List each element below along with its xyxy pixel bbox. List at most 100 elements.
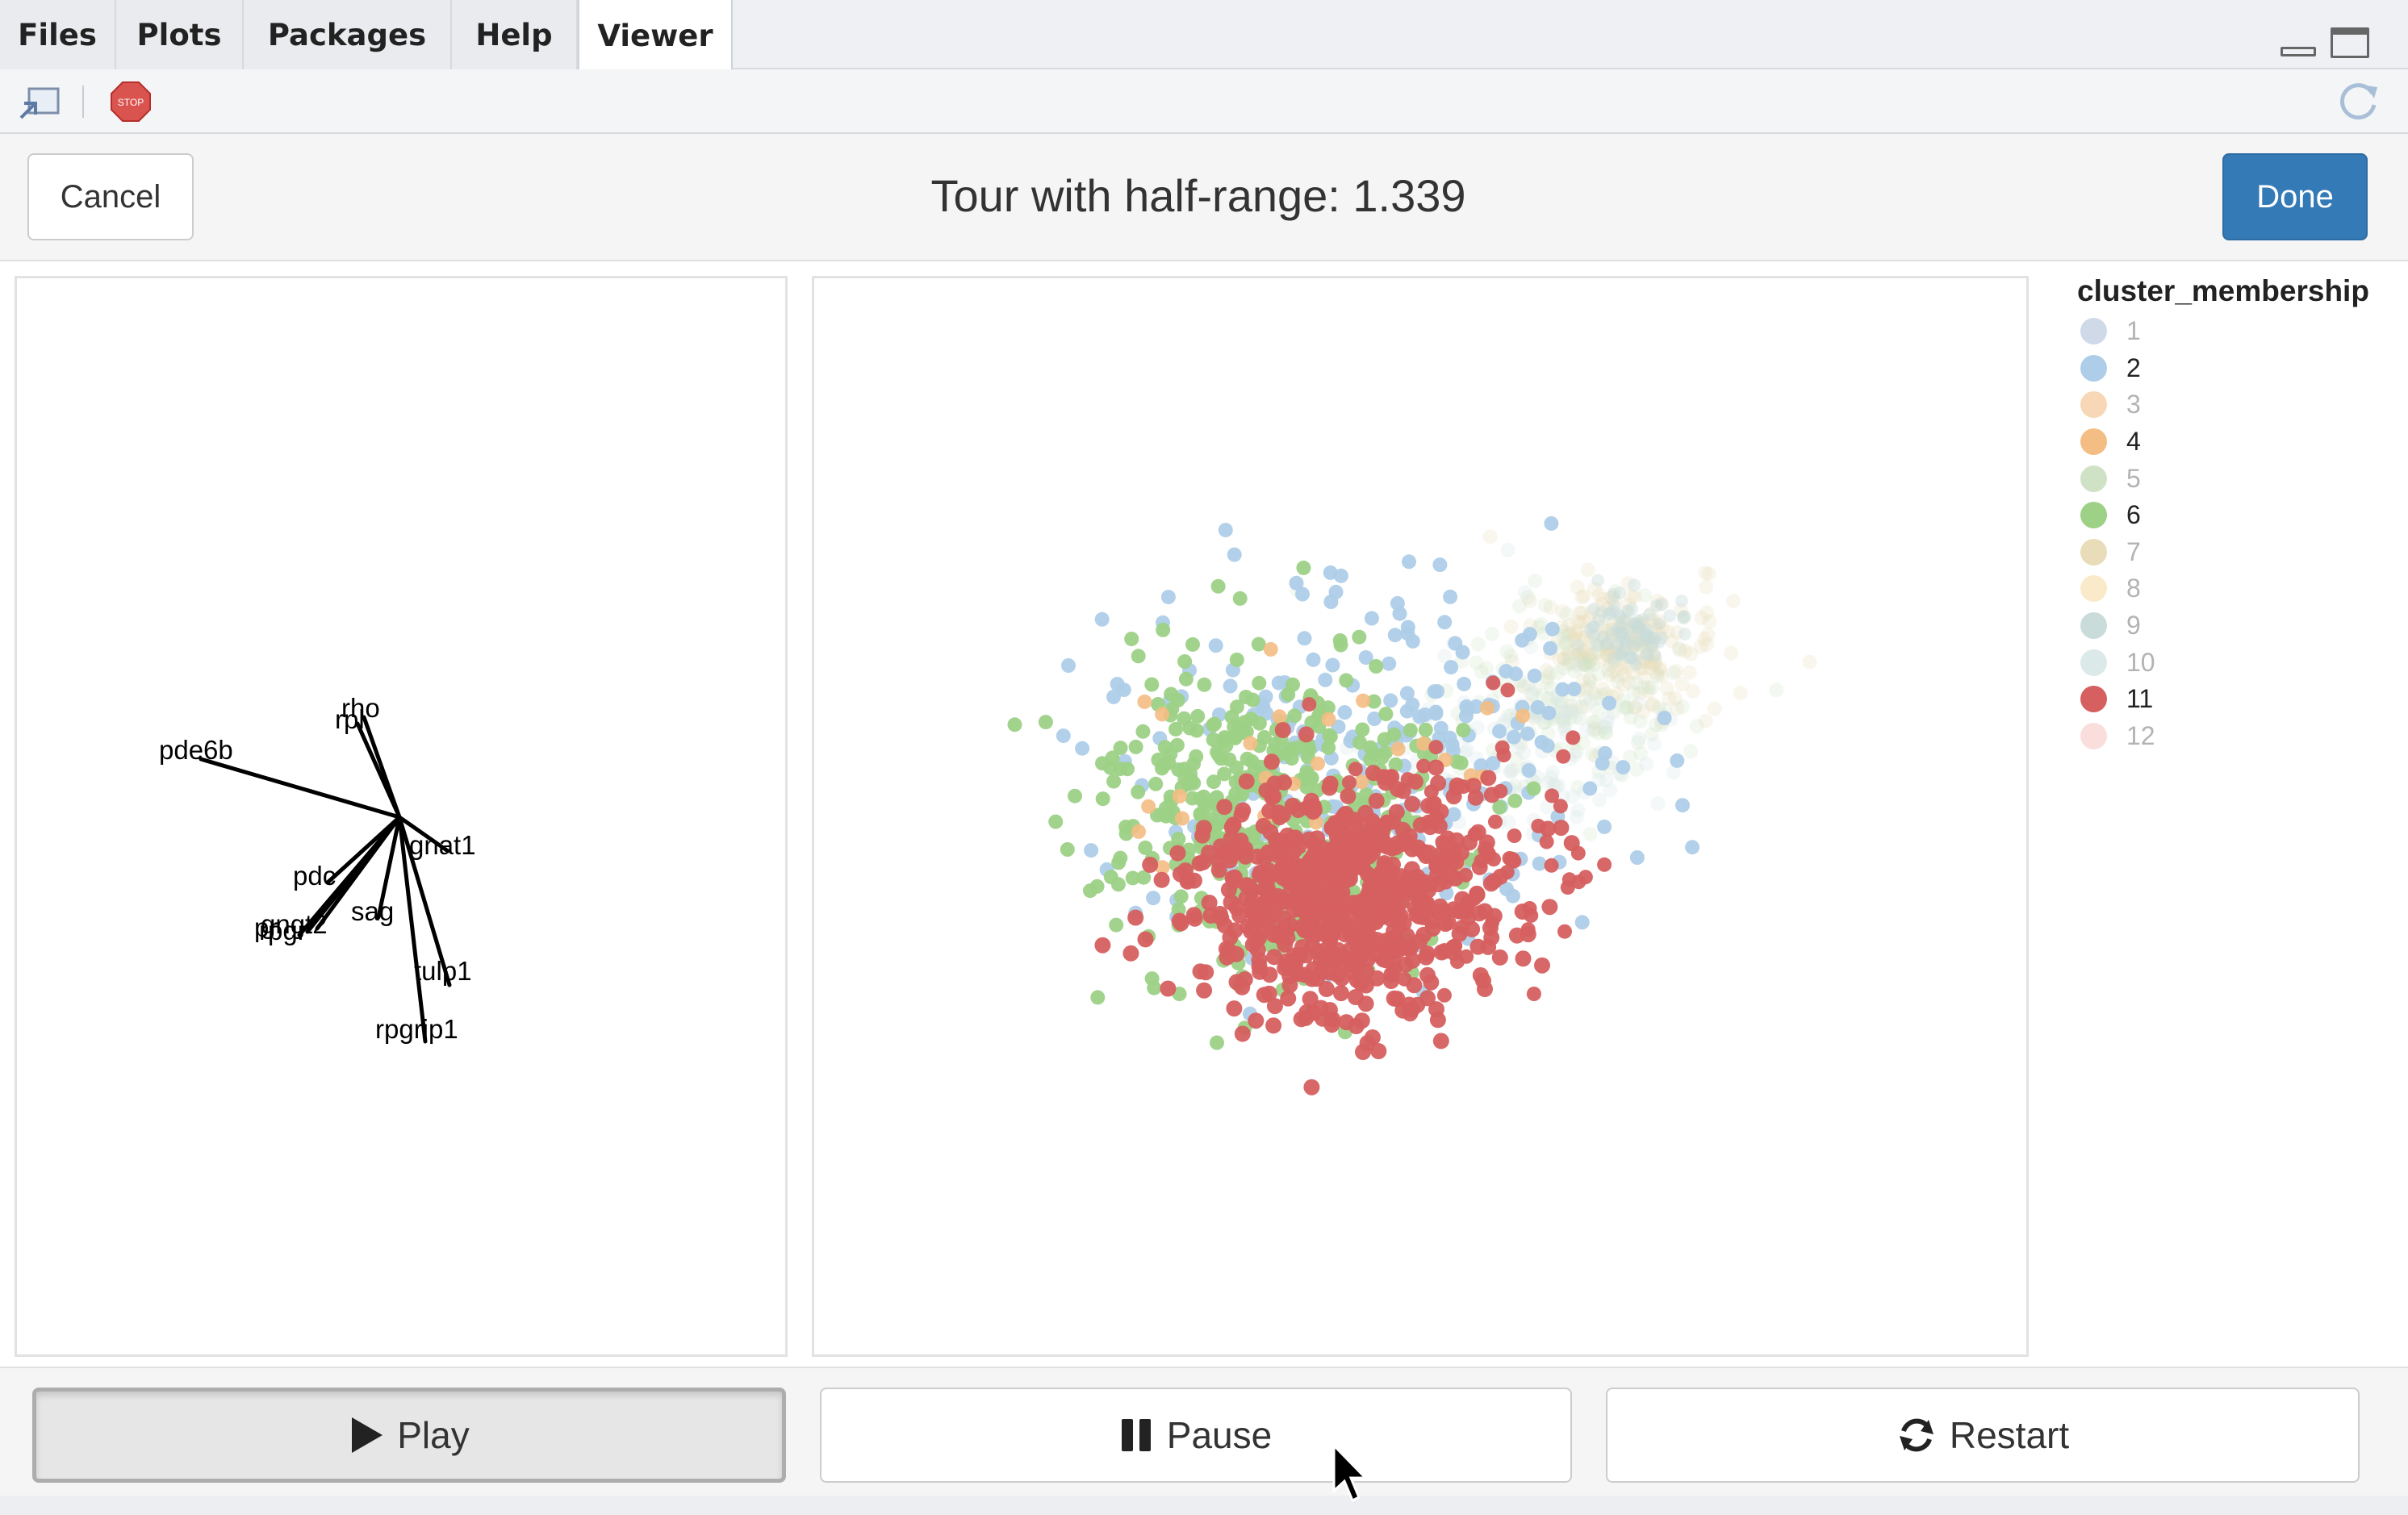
scatter-point bbox=[1488, 814, 1503, 829]
scatter-point bbox=[1369, 970, 1386, 987]
scatter-point bbox=[1469, 655, 1484, 670]
legend-item[interactable]: 1 bbox=[2077, 313, 2400, 350]
legend-item[interactable]: 2 bbox=[2077, 350, 2400, 387]
scatter-point bbox=[1289, 575, 1304, 591]
scatter-point bbox=[1007, 717, 1022, 732]
scatter-point bbox=[1499, 644, 1515, 659]
tab-packages[interactable]: Packages bbox=[244, 0, 452, 69]
scatter-point bbox=[1505, 888, 1520, 904]
export-icon[interactable] bbox=[18, 86, 63, 121]
scatter-point bbox=[1545, 621, 1560, 636]
scatter-point bbox=[1597, 857, 1612, 872]
scatter-point bbox=[1526, 987, 1541, 1001]
scatter-point bbox=[1539, 834, 1554, 849]
cancel-button[interactable]: Cancel bbox=[27, 153, 194, 240]
scatter-point bbox=[1416, 758, 1432, 774]
stop-icon-text: STOP bbox=[118, 97, 144, 108]
legend-item[interactable]: 9 bbox=[2077, 607, 2400, 645]
scatter-point bbox=[1544, 515, 1559, 531]
legend-item[interactable]: 10 bbox=[2077, 644, 2400, 681]
scatter-point bbox=[1302, 697, 1317, 712]
legend-item[interactable]: 3 bbox=[2077, 386, 2400, 424]
scatter-point bbox=[1365, 812, 1380, 828]
scatter-point bbox=[1110, 877, 1126, 892]
scatter-point bbox=[1428, 812, 1443, 827]
restart-button[interactable]: Restart bbox=[1606, 1388, 2360, 1483]
scatter-point bbox=[1303, 970, 1320, 987]
scatter-point bbox=[1597, 819, 1612, 834]
scatter-point bbox=[1226, 1000, 1243, 1017]
legend-item[interactable]: 5 bbox=[2077, 460, 2400, 497]
scatter-point bbox=[1418, 722, 1433, 737]
play-icon bbox=[352, 1417, 383, 1453]
play-button[interactable]: Play bbox=[32, 1388, 786, 1483]
tab-viewer[interactable]: Viewer bbox=[578, 0, 733, 71]
scatter-point bbox=[1224, 709, 1240, 724]
minimize-pane-icon[interactable] bbox=[2280, 47, 2316, 56]
legend-swatch bbox=[2080, 722, 2107, 749]
scatter-point bbox=[1503, 619, 1519, 634]
legend-label: 3 bbox=[2126, 390, 2141, 419]
scatter-point bbox=[1153, 871, 1170, 888]
scatter-point bbox=[1323, 876, 1340, 893]
scatter-point bbox=[1265, 926, 1282, 943]
tab-help[interactable]: Help bbox=[452, 0, 578, 69]
scatter-point bbox=[1400, 626, 1415, 641]
stop-icon[interactable]: STOP bbox=[110, 81, 152, 123]
scatter-point bbox=[1175, 811, 1189, 826]
legend-label: 2 bbox=[2126, 353, 2141, 382]
scatter-point bbox=[1440, 914, 1457, 931]
scatter-point bbox=[1318, 672, 1333, 687]
scatter-point bbox=[1173, 915, 1189, 932]
scatter-point bbox=[1448, 938, 1463, 954]
scatter-point bbox=[1381, 769, 1398, 786]
scatter-point bbox=[1419, 990, 1436, 1007]
scatter-point bbox=[1342, 775, 1357, 790]
scatter-point bbox=[1305, 803, 1322, 820]
scatter-point bbox=[1154, 761, 1169, 776]
scatter-point bbox=[1424, 920, 1441, 937]
axis-label-rpgrip1: rpgrip1 bbox=[375, 1014, 458, 1044]
scatter-point bbox=[1485, 915, 1500, 930]
scatter-point bbox=[1522, 627, 1537, 642]
scatter-point bbox=[1520, 726, 1535, 741]
scatter-point bbox=[1603, 783, 1618, 798]
scatter-point bbox=[1327, 815, 1343, 830]
scatter-point bbox=[1339, 673, 1354, 688]
scatter-point bbox=[1312, 952, 1329, 969]
scatter-point bbox=[1544, 770, 1558, 785]
scatter-point bbox=[1429, 1012, 1446, 1029]
scatter-point bbox=[1120, 762, 1135, 777]
maximize-pane-icon[interactable] bbox=[2331, 27, 2369, 58]
scatter-point bbox=[1499, 865, 1515, 880]
scatter-point bbox=[1616, 760, 1631, 775]
legend-item[interactable]: 7 bbox=[2077, 534, 2400, 571]
pause-button[interactable]: Pause bbox=[820, 1388, 1572, 1483]
tab-files[interactable]: Files bbox=[0, 0, 116, 69]
legend-item[interactable]: 6 bbox=[2077, 497, 2400, 534]
axes-plot-svg: rho rpl pde6b gnat1 pdc sag gngt2 pr rpg… bbox=[159, 693, 476, 1044]
scatter-point bbox=[1442, 730, 1457, 745]
scatter-point bbox=[1256, 987, 1273, 1004]
scatter-point bbox=[1427, 795, 1442, 811]
scatter-point bbox=[1559, 607, 1574, 622]
scatter-point bbox=[1131, 824, 1146, 839]
tab-plots[interactable]: Plots bbox=[116, 0, 244, 69]
scatter-point bbox=[1387, 628, 1403, 643]
legend-item[interactable]: 4 bbox=[2077, 424, 2400, 461]
scatter-point bbox=[1106, 774, 1122, 789]
scatter-point bbox=[1390, 741, 1406, 757]
legend-item[interactable]: 11 bbox=[2077, 681, 2400, 718]
scatter-point bbox=[1621, 622, 1635, 636]
scatter-point bbox=[1550, 666, 1566, 681]
scatter-point bbox=[1307, 865, 1324, 882]
refresh-icon[interactable] bbox=[2337, 79, 2382, 124]
done-button[interactable]: Done bbox=[2222, 153, 2368, 240]
scatter-point bbox=[1160, 590, 1176, 605]
scatter-point bbox=[1428, 740, 1444, 755]
scatter-point bbox=[1251, 952, 1268, 969]
legend-label: 5 bbox=[2126, 463, 2141, 493]
legend-item[interactable]: 8 bbox=[2077, 570, 2400, 607]
legend-item[interactable]: 12 bbox=[2077, 718, 2400, 755]
scatter-point bbox=[1189, 723, 1204, 738]
